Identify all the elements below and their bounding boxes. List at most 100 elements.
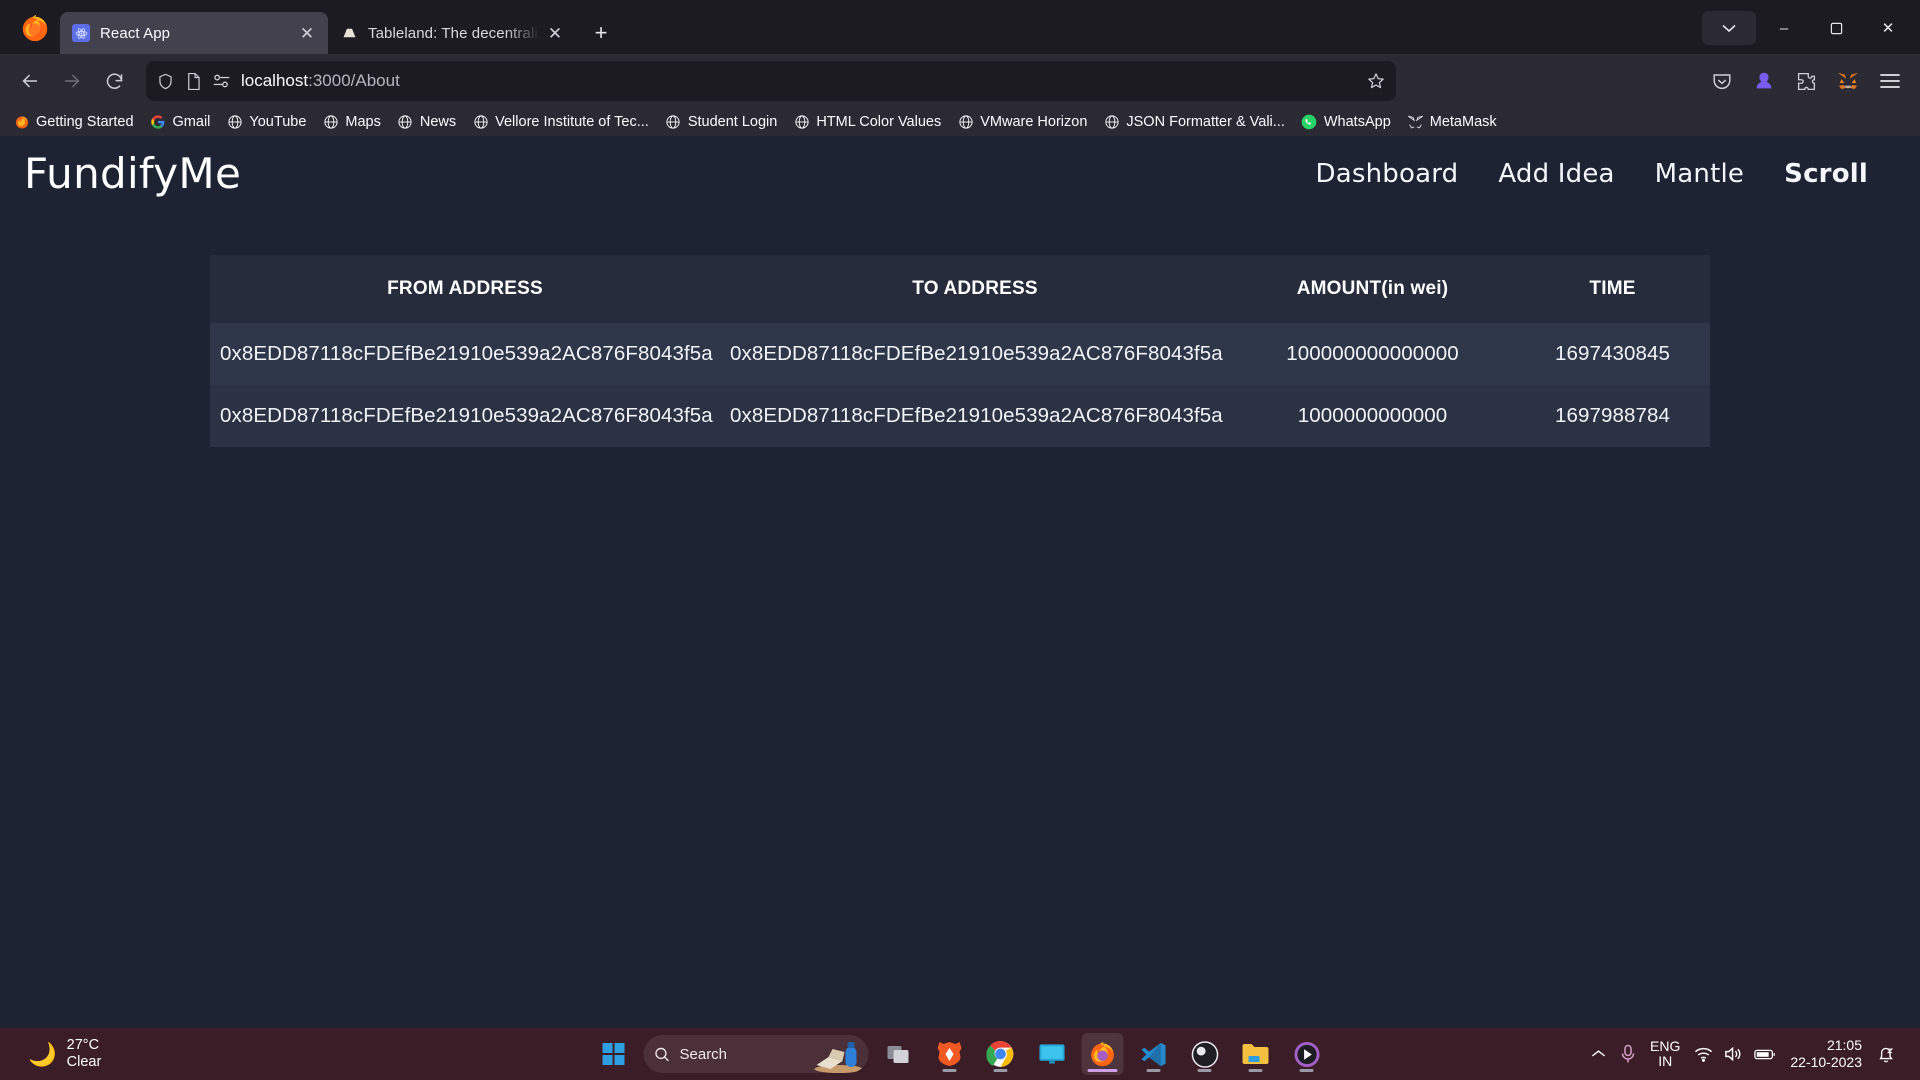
bookmark-label: Gmail [172, 114, 211, 130]
close-icon[interactable]: ✕ [544, 22, 566, 44]
close-window-button[interactable]: ✕ [1864, 8, 1912, 48]
search-illustration-icon [813, 1039, 865, 1073]
column-header-to-address: TO ADDRESS [912, 278, 1038, 299]
page-title[interactable]: FundifyMe [24, 149, 241, 198]
weather-temperature: 27°C [66, 1037, 100, 1054]
bookmark-student-login[interactable]: Student Login [658, 111, 785, 134]
quick-settings[interactable] [1694, 1046, 1776, 1062]
taskbar-center: Search [593, 1033, 1328, 1075]
new-tab-button[interactable]: + [584, 16, 618, 50]
windows-taskbar: 🌙 27°C Clear Search ENG IN 21:05 22-10-2… [0, 1028, 1920, 1080]
cell-amount: 100000000000000 [1286, 342, 1459, 365]
system-tray: ENG IN 21:05 22-10-2023 [1591, 1037, 1910, 1071]
globe-icon [957, 114, 974, 131]
window-controls: – ✕ [1702, 8, 1912, 54]
minimize-button[interactable]: – [1760, 8, 1808, 48]
tab-react-app[interactable]: React App ✕ [60, 12, 328, 54]
firefox-icon[interactable] [1081, 1033, 1124, 1075]
bookmarks-bar: Getting Started Gmail YouTube Maps News … [0, 108, 1920, 136]
file-explorer-icon[interactable] [1235, 1033, 1277, 1075]
bookmark-json-formatter[interactable]: JSON Formatter & Vali... [1096, 111, 1291, 134]
microphone-icon[interactable] [1620, 1044, 1636, 1064]
moon-icon: 🌙 [28, 1040, 57, 1067]
close-icon[interactable]: ✕ [296, 22, 318, 44]
remote-desktop-icon[interactable] [1031, 1033, 1073, 1075]
nav-link-scroll[interactable]: Scroll [1784, 159, 1868, 189]
notification-bell-icon[interactable] [1876, 1044, 1896, 1064]
google-icon [150, 114, 167, 131]
shield-icon[interactable] [156, 72, 175, 91]
show-hidden-icons[interactable] [1591, 1049, 1606, 1059]
bookmark-youtube[interactable]: YouTube [219, 111, 313, 134]
pocket-icon[interactable] [1702, 61, 1742, 101]
globe-icon [793, 114, 810, 131]
bookmark-label: JSON Formatter & Vali... [1126, 114, 1285, 130]
running-indicator [993, 1069, 1008, 1072]
forward-arrow-icon[interactable] [52, 61, 92, 101]
bookmark-label: Maps [345, 114, 381, 130]
address-bar[interactable]: localhost:3000/About [146, 61, 1396, 101]
weather-widget[interactable]: 🌙 27°C Clear [10, 1037, 101, 1070]
cell-to-address: 0x8EDD87118cFDEfBe21910e539a2AC876F8043f… [730, 404, 1223, 427]
obs-icon[interactable] [1184, 1033, 1226, 1075]
bookmark-vellore-institute[interactable]: Vellore Institute of Tec... [465, 111, 656, 134]
active-indicator [1087, 1069, 1118, 1072]
running-indicator [1248, 1069, 1263, 1072]
page-content: FundifyMe Dashboard Add Idea Mantle Scro… [0, 136, 1920, 1028]
cell-from-address: 0x8EDD87118cFDEfBe21910e539a2AC876F8043f… [220, 342, 713, 365]
task-view-icon[interactable] [878, 1033, 920, 1075]
windows-start-icon[interactable] [593, 1033, 635, 1075]
media-player-icon[interactable] [1286, 1033, 1328, 1075]
language-indicator[interactable]: ENG IN [1650, 1038, 1680, 1070]
tab-tableland[interactable]: Tableland: The decentralized cl ✕ [328, 12, 576, 54]
metamask-icon [1407, 114, 1424, 131]
globe-icon [322, 114, 339, 131]
search-icon [654, 1046, 671, 1063]
tab-title: Tableland: The decentralized cl [368, 24, 544, 42]
table-row[interactable]: 0x8EDD87118cFDEfBe21910e539a2AC876F8043f… [210, 323, 1710, 385]
maximize-button[interactable] [1812, 8, 1860, 48]
site-nav: Dashboard Add Idea Mantle Scroll [1316, 159, 1893, 189]
clock[interactable]: 21:05 22-10-2023 [1790, 1037, 1862, 1071]
site-header: FundifyMe Dashboard Add Idea Mantle Scro… [0, 136, 1920, 211]
list-all-tabs-icon[interactable] [1702, 11, 1756, 45]
metamask-icon[interactable] [1828, 61, 1868, 101]
search-input[interactable]: Search [643, 1035, 869, 1073]
url-text: localhost:3000/About [241, 71, 400, 90]
clock-date: 22-10-2023 [1790, 1054, 1862, 1070]
bookmark-label: YouTube [249, 114, 307, 130]
bookmark-gmail[interactable]: Gmail [143, 111, 218, 134]
bookmark-label: MetaMask [1429, 114, 1497, 130]
bookmark-news[interactable]: News [390, 111, 463, 134]
bookmark-label: WhatsApp [1323, 114, 1391, 130]
wifi-icon [1694, 1047, 1713, 1062]
battery-icon [1754, 1048, 1776, 1061]
bookmark-maps[interactable]: Maps [315, 111, 387, 134]
chrome-icon[interactable] [980, 1033, 1022, 1075]
back-arrow-icon[interactable] [10, 61, 50, 101]
bookmark-label: Getting Started [36, 114, 134, 130]
permissions-icon[interactable] [212, 73, 231, 89]
nav-link-mantle[interactable]: Mantle [1655, 159, 1744, 189]
bookmark-getting-started[interactable]: Getting Started [6, 111, 141, 134]
reload-arrow-icon[interactable] [94, 61, 134, 101]
nav-link-add-idea[interactable]: Add Idea [1498, 159, 1614, 189]
globe-icon [397, 114, 414, 131]
running-indicator [1197, 1069, 1212, 1072]
search-placeholder: Search [679, 1045, 728, 1063]
bookmark-metamask[interactable]: MetaMask [1400, 111, 1504, 134]
vscode-icon[interactable] [1133, 1033, 1175, 1075]
table-row[interactable]: 0x8EDD87118cFDEfBe21910e539a2AC876F8043f… [210, 385, 1710, 447]
nav-link-dashboard[interactable]: Dashboard [1316, 159, 1459, 189]
clock-time: 21:05 [1826, 1037, 1862, 1054]
whatsapp-icon [1301, 114, 1318, 131]
hamburger-menu-icon[interactable] [1870, 61, 1910, 101]
brave-icon[interactable] [929, 1033, 971, 1075]
bookmark-vmware-horizon[interactable]: VMware Horizon [950, 111, 1094, 134]
bookmark-html-color-values[interactable]: HTML Color Values [786, 111, 948, 134]
account-icon[interactable] [1744, 61, 1784, 101]
bookmark-star-icon[interactable] [1366, 71, 1386, 91]
extensions-icon[interactable] [1786, 61, 1826, 101]
bookmark-whatsapp[interactable]: WhatsApp [1294, 111, 1398, 134]
transactions-table: FROM ADDRESS TO ADDRESS AMOUNT(in wei) T… [210, 255, 1710, 447]
